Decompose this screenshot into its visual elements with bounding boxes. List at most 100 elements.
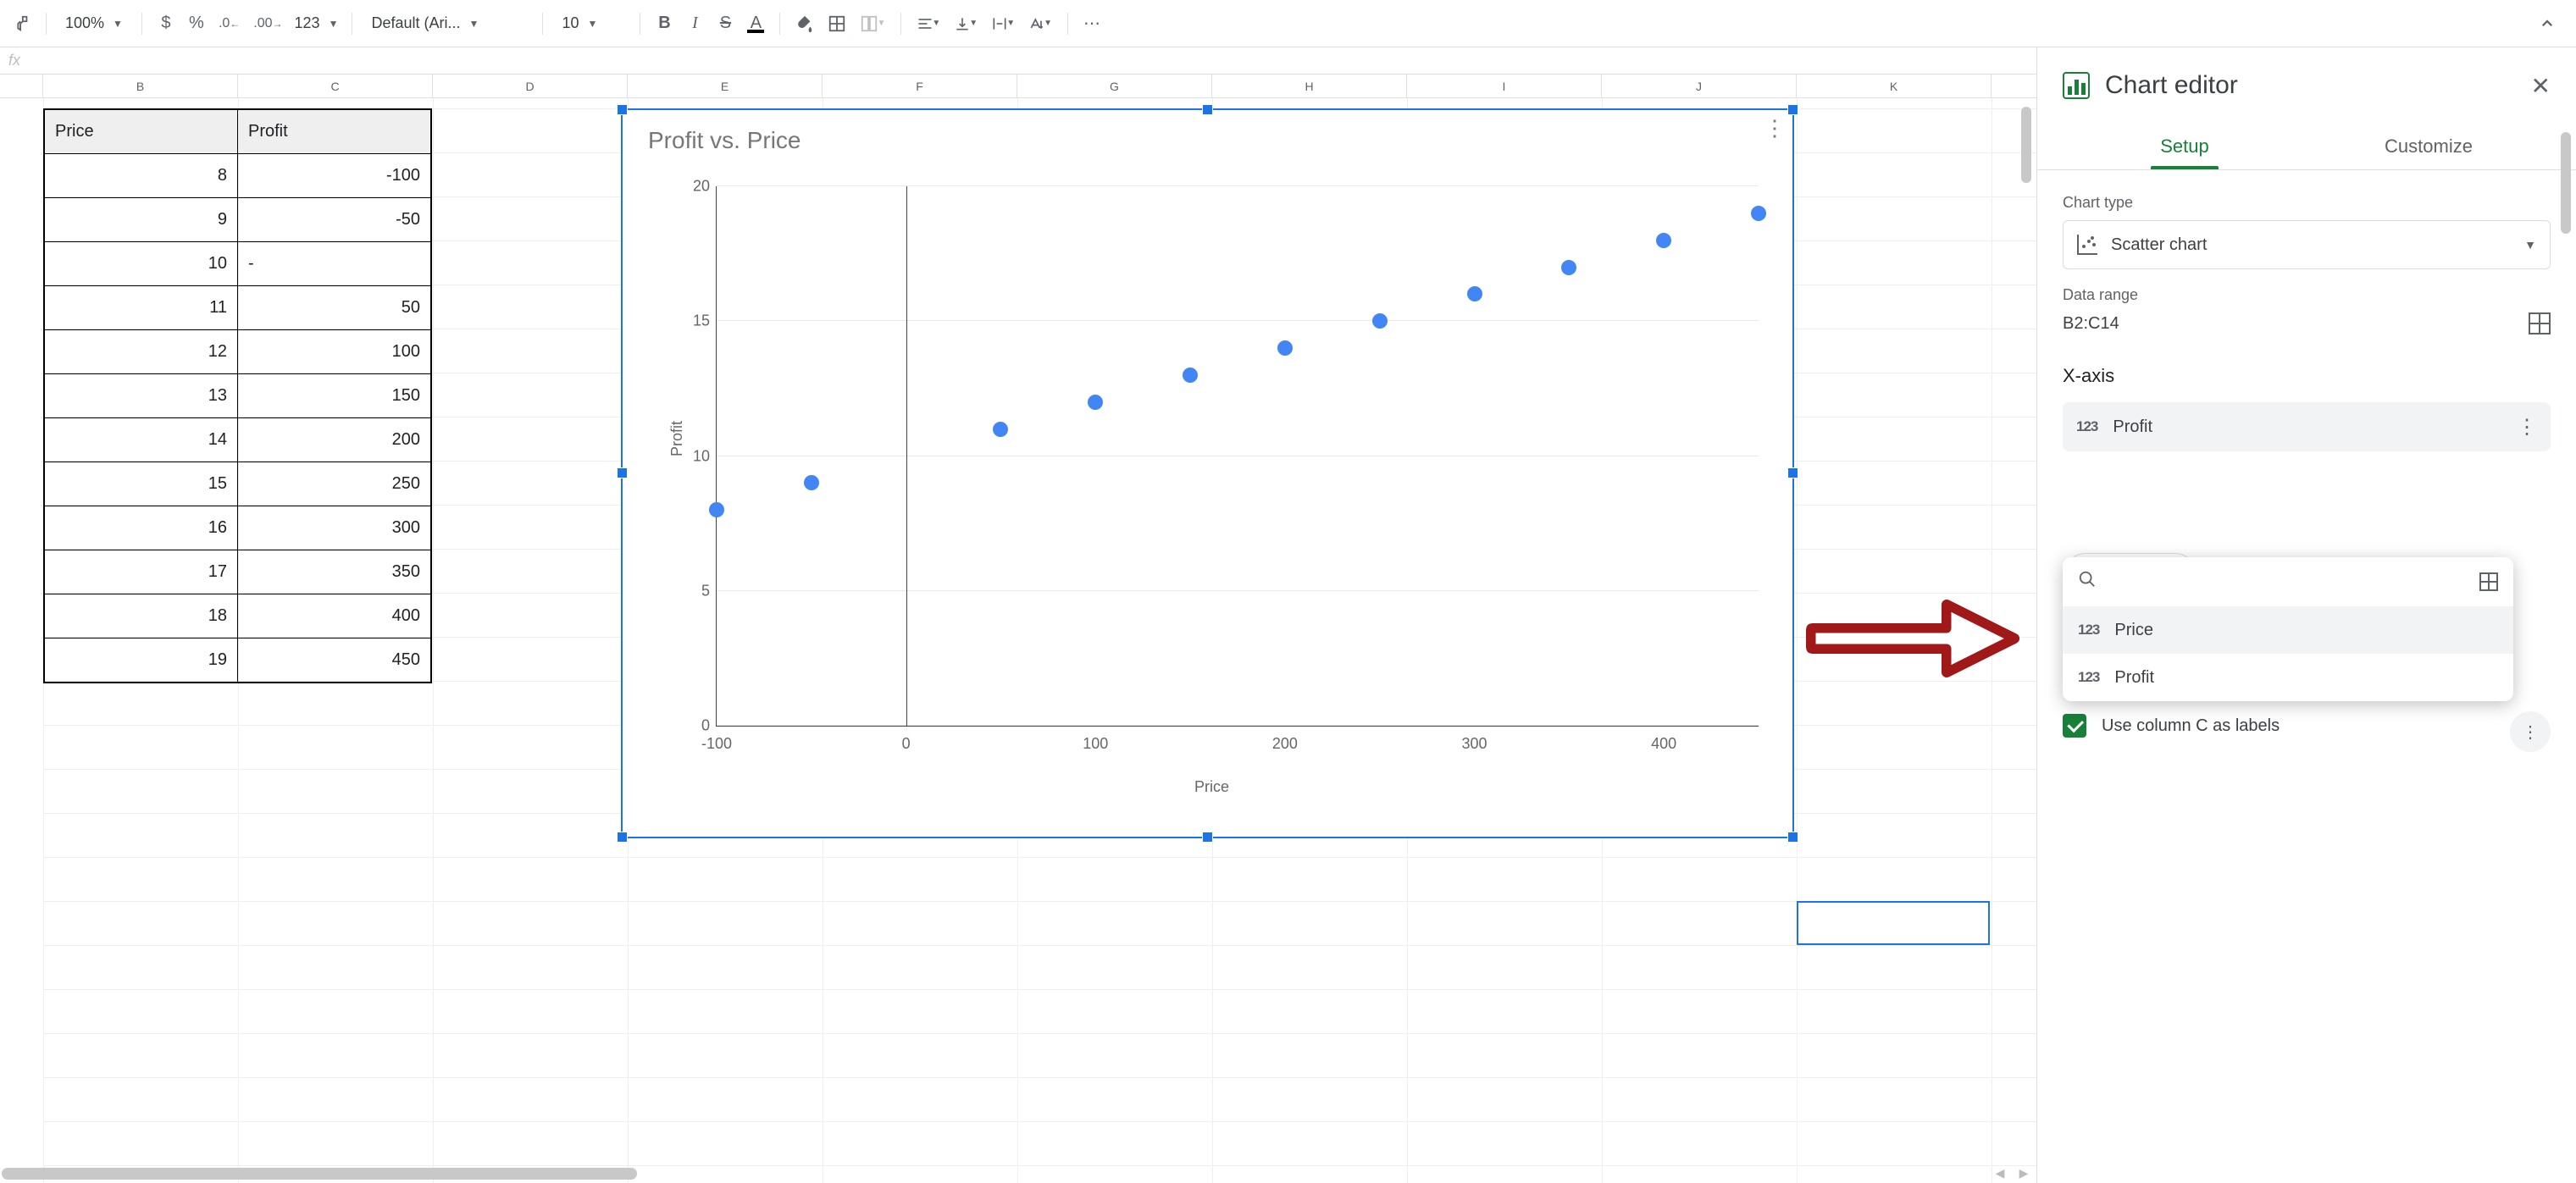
table-cell[interactable]: 11 <box>45 286 238 330</box>
chart-point <box>709 502 724 517</box>
table-cell[interactable]: 250 <box>238 462 431 506</box>
chart-point <box>1372 313 1388 329</box>
dropdown-option-profit[interactable]: 123 Profit <box>2063 654 2513 701</box>
table-cell[interactable]: 12 <box>45 330 238 374</box>
column-header[interactable]: D <box>433 75 628 97</box>
table-cell[interactable]: 8 <box>45 154 238 198</box>
table-cell[interactable]: 450 <box>238 638 431 683</box>
font-size-select[interactable]: 10 ▼ <box>553 8 629 39</box>
resize-handle[interactable] <box>1202 104 1213 115</box>
zoom-select[interactable]: 100% ▼ <box>57 8 131 39</box>
resize-handle[interactable] <box>617 832 628 843</box>
table-cell[interactable]: 200 <box>238 418 431 462</box>
x-axis-heading: X-axis <box>2063 365 2551 387</box>
table-cell[interactable]: 15 <box>45 462 238 506</box>
column-header[interactable]: K <box>1797 75 1992 97</box>
chart-type-select[interactable]: Scatter chart ▼ <box>2063 220 2551 269</box>
more-button[interactable]: ⋯ <box>1078 8 1105 39</box>
collapse-toolbar-button[interactable] <box>2532 8 2562 39</box>
use-col-labels-checkbox[interactable] <box>2063 714 2086 738</box>
data-range-value[interactable]: B2:C14 <box>2063 314 2119 334</box>
decrease-decimal-button[interactable]: .0← <box>213 8 245 39</box>
dropdown-option-price[interactable]: 123 Price <box>2063 606 2513 654</box>
series-more-button[interactable]: ⋮ <box>2510 711 2551 752</box>
resize-handle[interactable] <box>1787 467 1798 478</box>
paint-format-icon[interactable] <box>7 8 36 39</box>
resize-handle[interactable] <box>1787 104 1798 115</box>
column-header[interactable]: B <box>43 75 238 97</box>
table-cell[interactable]: 100 <box>238 330 431 374</box>
column-header[interactable]: H <box>1212 75 1407 97</box>
table-cell[interactable]: -100 <box>238 154 431 198</box>
x-axis-dropdown: 123 Price 123 Profit <box>2063 557 2513 701</box>
table-cell[interactable]: 17 <box>45 550 238 594</box>
vertical-align-button[interactable]: ▼ <box>949 8 983 39</box>
text-rotation-button[interactable]: ▼ <box>1023 8 1057 39</box>
resize-handle[interactable] <box>617 104 628 115</box>
formula-bar[interactable]: fx <box>0 47 2036 75</box>
tab-customize[interactable]: Customize <box>2307 124 2551 169</box>
italic-button[interactable]: I <box>681 8 708 39</box>
chart-point <box>1561 260 1576 275</box>
data-table: Price Profit 8-1009-5010-115012100131501… <box>43 108 432 683</box>
editor-tabs: Setup Customize <box>2037 124 2576 170</box>
scroll-right-button[interactable]: ▶ <box>2013 1163 2035 1183</box>
increase-decimal-button[interactable]: .00→ <box>248 8 287 39</box>
toolbar: 100% ▼ $ % .0← .00→ 123 ▼ Default (Ari..… <box>0 0 2576 47</box>
column-header[interactable]: F <box>823 75 1017 97</box>
column-header[interactable]: C <box>238 75 433 97</box>
table-cell[interactable]: 350 <box>238 550 431 594</box>
column-header[interactable]: I <box>1407 75 1602 97</box>
table-cell[interactable]: 10 <box>45 242 238 286</box>
column-header[interactable]: J <box>1602 75 1797 97</box>
table-cell[interactable]: 16 <box>45 506 238 550</box>
table-cell[interactable]: - <box>238 242 431 286</box>
currency-button[interactable]: $ <box>152 8 180 39</box>
embedded-chart[interactable]: ⋮ Profit vs. Price Profit Price 05101520… <box>621 108 1794 838</box>
scroll-left-button[interactable]: ◀ <box>1989 1163 2011 1183</box>
table-header[interactable]: Price <box>45 110 238 154</box>
resize-handle[interactable] <box>1202 832 1213 843</box>
horizontal-scrollbar[interactable] <box>0 1163 2009 1183</box>
active-cell[interactable] <box>1797 901 1990 945</box>
strikethrough-button[interactable]: S <box>712 8 739 39</box>
x-axis-more-button[interactable]: ⋮ <box>2517 415 2537 439</box>
borders-button[interactable] <box>823 8 851 39</box>
merge-cells-button[interactable]: ▼ <box>855 8 890 39</box>
zoom-value: 100% <box>65 14 104 32</box>
number-format-select[interactable]: 123 ▼ <box>291 8 342 39</box>
sheet-grid[interactable]: Price Profit 8-1009-5010-115012100131501… <box>0 98 2036 1183</box>
scrollbar-thumb[interactable] <box>2 1168 637 1180</box>
horizontal-align-button[interactable]: ▼ <box>911 8 945 39</box>
table-cell[interactable]: 19 <box>45 638 238 683</box>
percent-button[interactable]: % <box>183 8 210 39</box>
table-cell[interactable]: 150 <box>238 374 431 418</box>
table-cell[interactable]: 300 <box>238 506 431 550</box>
table-cell[interactable]: 14 <box>45 418 238 462</box>
tab-setup[interactable]: Setup <box>2063 124 2307 169</box>
table-cell[interactable]: 9 <box>45 198 238 242</box>
chart-type-label: Chart type <box>2063 194 2551 212</box>
text-color-button[interactable]: A <box>742 8 769 39</box>
vertical-scrollbar[interactable] <box>2021 107 2031 183</box>
bold-button[interactable]: B <box>651 8 678 39</box>
select-range-button[interactable] <box>2479 572 2498 591</box>
resize-handle[interactable] <box>617 467 628 478</box>
column-header[interactable]: G <box>1017 75 1212 97</box>
close-button[interactable]: ✕ <box>2531 72 2551 100</box>
table-cell[interactable]: -50 <box>238 198 431 242</box>
table-cell[interactable]: 18 <box>45 594 238 638</box>
table-cell[interactable]: 13 <box>45 374 238 418</box>
table-cell[interactable]: 400 <box>238 594 431 638</box>
x-axis-search-input[interactable] <box>2108 569 2468 594</box>
select-range-button[interactable] <box>2529 312 2551 334</box>
table-header[interactable]: Profit <box>238 110 431 154</box>
font-select[interactable]: Default (Ari... ▼ <box>363 8 532 39</box>
table-cell[interactable]: 50 <box>238 286 431 330</box>
text-wrap-button[interactable]: ▼ <box>986 8 1020 39</box>
column-header[interactable]: E <box>628 75 823 97</box>
fill-color-button[interactable] <box>790 8 819 39</box>
editor-scrollbar[interactable] <box>2561 132 2571 234</box>
x-axis-field[interactable]: 123 Profit ⋮ <box>2063 402 2551 451</box>
resize-handle[interactable] <box>1787 832 1798 843</box>
